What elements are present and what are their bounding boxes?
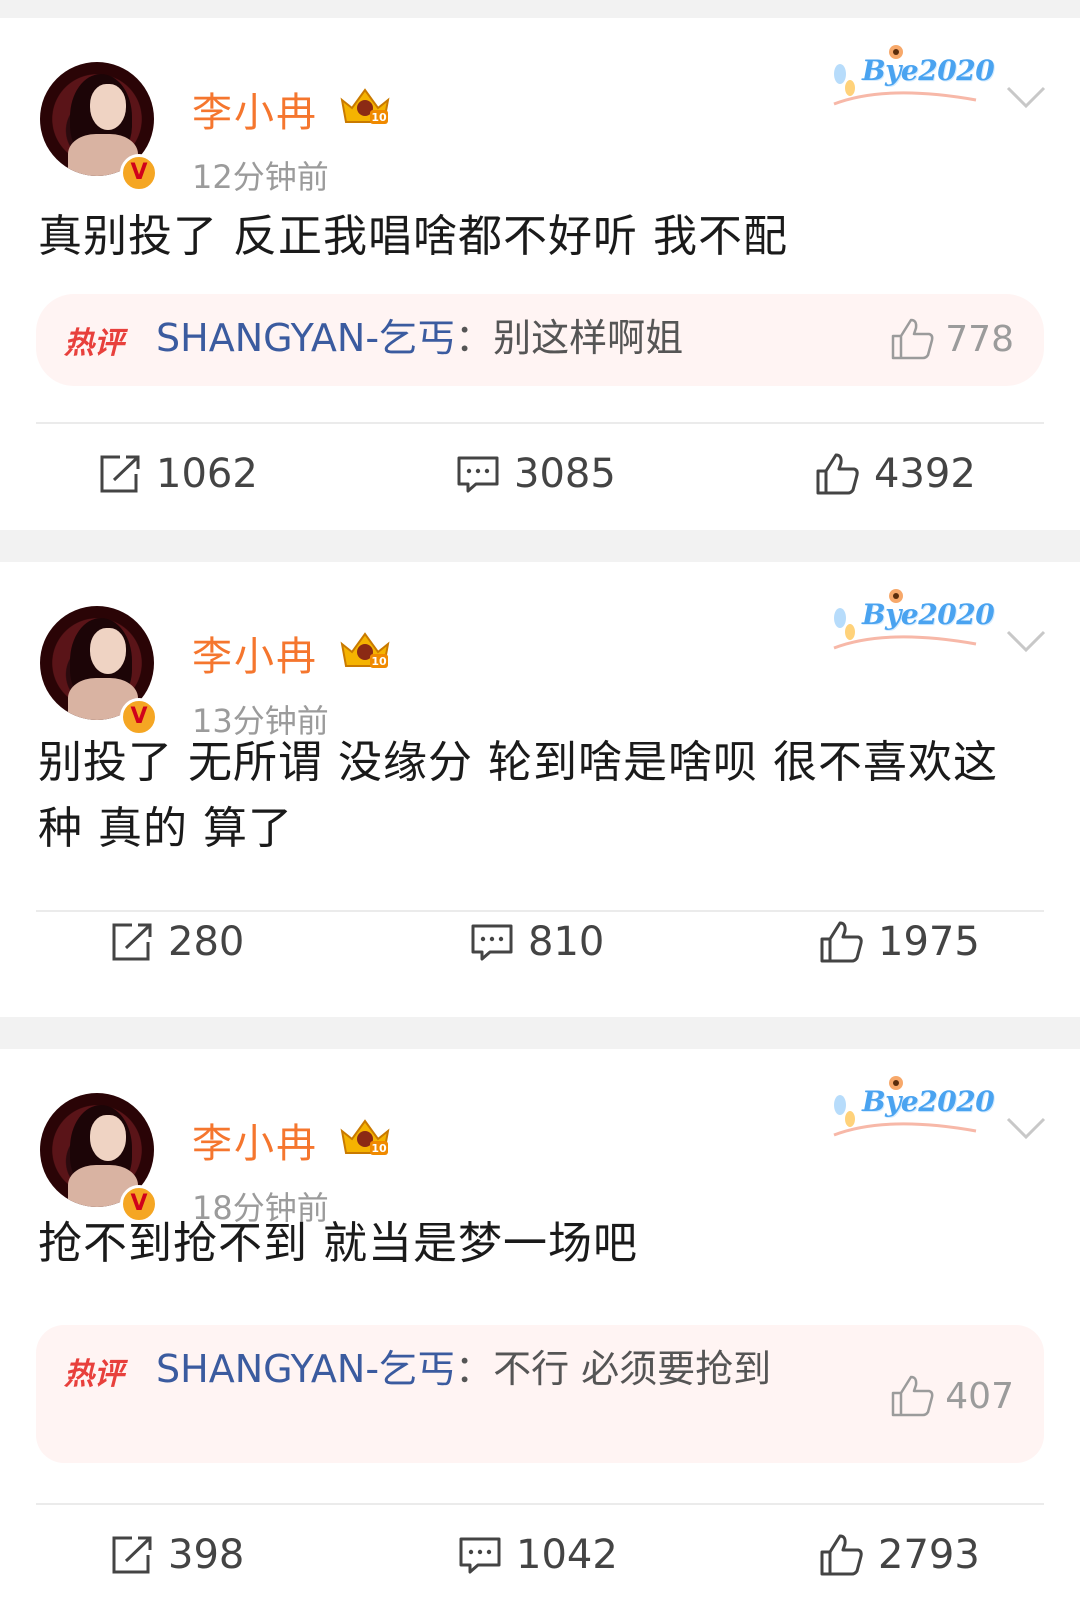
like-count: 4392: [874, 451, 976, 497]
thumbs-up-icon: [820, 921, 863, 963]
hot-comment-like-button[interactable]: 778: [889, 314, 1014, 364]
hot-comment-text: 别这样啊姐: [493, 316, 684, 360]
thumbs-up-icon: [892, 318, 934, 360]
chevron-down-icon[interactable]: [1006, 86, 1046, 110]
comment-count: 3085: [514, 451, 616, 497]
repost-count: 398: [168, 1532, 245, 1578]
like-button[interactable]: 2793: [818, 1505, 980, 1605]
like-count: 1975: [878, 919, 980, 965]
crown-level-icon: 10: [340, 1119, 390, 1155]
weibo-feed: V 李小冉 10 12分钟前 Bye2020 真别投了 反正我唱啥都不好听 我不…: [0, 0, 1080, 1606]
decoration-text: Bye2020: [862, 54, 995, 87]
comment-button[interactable]: 810: [470, 892, 604, 992]
hot-comment-like-count: 407: [945, 1375, 1014, 1417]
chevron-down-icon[interactable]: [1006, 1117, 1046, 1141]
comment-button[interactable]: 1042: [458, 1505, 618, 1605]
hot-comment-like-button[interactable]: 407: [889, 1371, 1014, 1421]
hot-comment-text: 不行 必须要抢到: [493, 1347, 772, 1391]
comment-count: 810: [528, 919, 605, 965]
action-bar: 1062 3085 4392: [0, 424, 1080, 524]
decoration-text: Bye2020: [862, 1085, 995, 1118]
svg-text:10: 10: [371, 111, 387, 124]
hot-comment-label: 热评: [64, 1357, 124, 1392]
action-bar: 280 810 1975: [0, 892, 1080, 992]
username[interactable]: 李小冉: [192, 80, 318, 138]
crown-level-icon: 10: [340, 632, 390, 668]
crown-level-icon: 10: [340, 88, 390, 124]
chevron-down-icon[interactable]: [1006, 630, 1046, 654]
thumbs-up-icon: [892, 1375, 934, 1417]
card-decoration: Bye2020: [826, 44, 995, 110]
repost-count: 280: [168, 919, 245, 965]
post-time: 12分钟前: [192, 158, 329, 196]
comment-icon: [457, 456, 499, 493]
repost-count: 1062: [156, 451, 258, 497]
thumbs-up-icon: [816, 453, 859, 495]
repost-icon: [100, 455, 140, 493]
comment-icon: [459, 1537, 501, 1574]
post-card[interactable]: V 李小冉 10 13分钟前 Bye2020 别投了 无所谓 没缘分 轮到啥是啥…: [0, 562, 1080, 1017]
username[interactable]: 李小冉: [192, 624, 318, 682]
svg-text:10: 10: [371, 1142, 387, 1155]
comment-count: 1042: [516, 1532, 618, 1578]
hot-comment-body: SHANGYAN-乞丐：别这样啊姐: [156, 314, 816, 362]
hot-comment-separator: ：: [455, 1347, 494, 1391]
comment-button[interactable]: 3085: [456, 424, 616, 524]
like-button[interactable]: 1975: [818, 892, 980, 992]
hot-comment-label: 热评: [64, 326, 124, 361]
verified-badge-icon: V: [120, 154, 158, 192]
repost-button[interactable]: 1062: [98, 424, 258, 524]
hot-comment-separator: ：: [455, 316, 494, 360]
comment-icon: [471, 924, 513, 961]
repost-button[interactable]: 280: [110, 892, 244, 992]
repost-icon: [112, 923, 152, 961]
post-text[interactable]: 真别投了 反正我唱啥都不好听 我不配: [38, 204, 1038, 270]
post-card[interactable]: V 李小冉 10 12分钟前 Bye2020 真别投了 反正我唱啥都不好听 我不…: [0, 18, 1080, 530]
hot-comment-user[interactable]: SHANGYAN-乞丐: [156, 316, 455, 360]
post-text[interactable]: 别投了 无所谓 没缘分 轮到啥是啥呗 很不喜欢这种 真的 算了: [38, 730, 1038, 862]
hot-comment-body: SHANGYAN-乞丐：不行 必须要抢到: [156, 1345, 816, 1393]
repost-button[interactable]: 398: [110, 1505, 244, 1605]
card-decoration: Bye2020: [826, 588, 995, 654]
card-decoration: Bye2020: [826, 1075, 995, 1141]
hot-comment[interactable]: 热评 SHANGYAN-乞丐：别这样啊姐 778: [36, 294, 1044, 386]
username[interactable]: 李小冉: [192, 1111, 318, 1169]
post-card[interactable]: V 李小冉 10 18分钟前 Bye2020 抢不到抢不到 就当是梦一场吧 热评: [0, 1049, 1080, 1606]
hot-comment-user[interactable]: SHANGYAN-乞丐: [156, 1347, 455, 1391]
svg-text:10: 10: [371, 655, 387, 668]
like-count: 2793: [878, 1532, 980, 1578]
like-button[interactable]: 4392: [814, 424, 976, 524]
post-text[interactable]: 抢不到抢不到 就当是梦一场吧: [38, 1211, 1038, 1277]
hot-comment-like-count: 778: [945, 318, 1014, 360]
repost-icon: [112, 1536, 152, 1574]
action-bar: 398 1042 2793: [0, 1505, 1080, 1605]
thumbs-up-icon: [820, 1534, 863, 1576]
decoration-text: Bye2020: [862, 598, 995, 631]
hot-comment[interactable]: 热评 SHANGYAN-乞丐：不行 必须要抢到 407: [36, 1325, 1044, 1463]
